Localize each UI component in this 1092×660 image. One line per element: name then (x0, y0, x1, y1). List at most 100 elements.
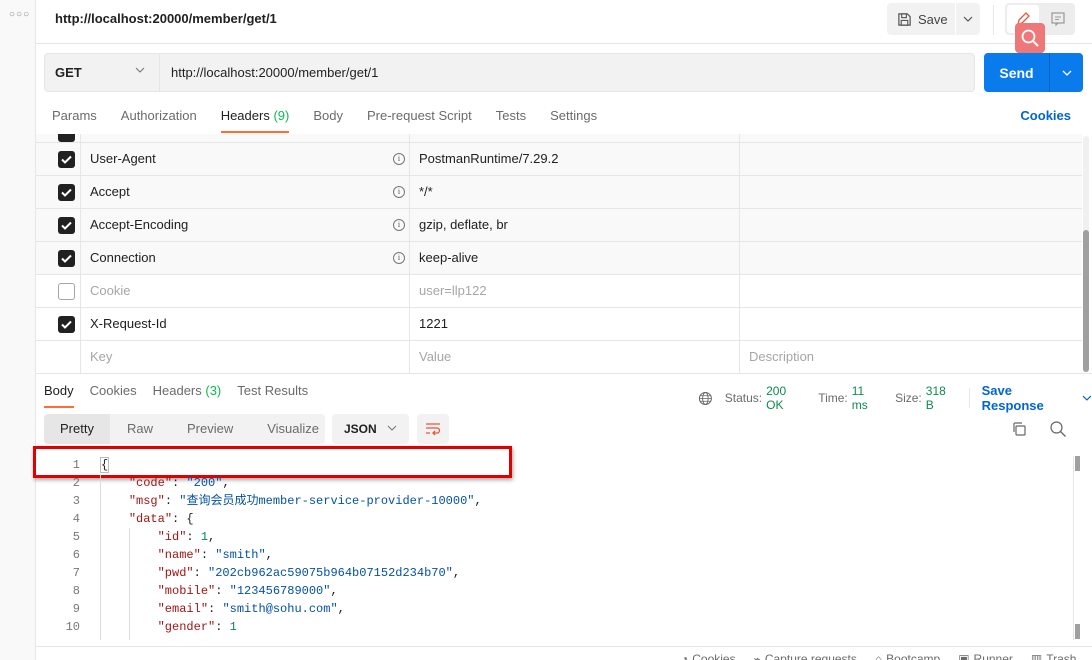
tab-pre-request-script[interactable]: Pre-request Script (367, 106, 472, 132)
statusbar-runner[interactable]: ▣ Runner (958, 652, 1013, 660)
header-value[interactable]: gzip, deflate, br (410, 209, 740, 241)
statusbar-capture-requests[interactable]: ⌁ Capture requests (754, 652, 857, 660)
pane-divider[interactable] (36, 373, 1092, 374)
key-placeholder[interactable]: Key (81, 341, 410, 373)
header-description[interactable] (740, 242, 1082, 274)
checkbox-checked[interactable] (58, 316, 75, 333)
search-icon (1021, 29, 1039, 47)
format-dropdown[interactable]: JSON (332, 414, 409, 444)
line-number: 4 (72, 512, 80, 526)
header-value[interactable]: PostmanRuntime/7.29.2 (410, 143, 740, 175)
mobile-value: 123456789000 (236, 584, 324, 598)
tab-label: Params (52, 108, 97, 123)
save-button[interactable]: Save (887, 3, 955, 35)
statusbar-cookies[interactable]: ◔ Cookies (681, 652, 736, 660)
statusbar-bootcamp[interactable]: ⌂ Bootcamp (875, 652, 940, 660)
tab-tests[interactable]: Tests (496, 106, 526, 132)
comments-button[interactable] (1043, 5, 1073, 33)
checkbox-checked[interactable] (58, 151, 75, 168)
tab-test-results[interactable]: Test Results (237, 381, 308, 407)
info-icon[interactable]: i (393, 153, 405, 165)
description-placeholder[interactable]: Description (740, 341, 1082, 373)
checkbox-unchecked[interactable] (58, 283, 75, 300)
header-description[interactable] (740, 176, 1082, 208)
table-row-highlighted: X-Request-Id 1221 (36, 308, 1082, 341)
tab-headers[interactable]: Headers (9) (220, 106, 289, 133)
header-description[interactable] (740, 143, 1082, 175)
save-response-button[interactable]: Save Response (982, 383, 1092, 413)
tab-label: Headers (220, 108, 270, 123)
info-icon[interactable]: i (393, 252, 405, 264)
checkbox-checked[interactable] (58, 217, 75, 234)
chevron-down-icon (1062, 70, 1071, 76)
checkbox-checked[interactable] (58, 184, 75, 201)
send-button[interactable]: Send (984, 53, 1050, 92)
time-value[interactable]: 11 ms (852, 384, 883, 412)
check-icon (61, 188, 72, 197)
url-input[interactable] (171, 54, 961, 91)
scrollbar-thumb[interactable] (1075, 456, 1080, 471)
view-visualize[interactable]: Visualize (250, 414, 336, 444)
status-label: Status: (724, 391, 763, 405)
table-row: Accept i */* (36, 176, 1082, 209)
view-preview[interactable]: Preview (170, 414, 250, 444)
response-body-editor[interactable]: 1{ 2 "code": "200", 3 "msg": "查询会员成功memb… (36, 456, 1076, 640)
tab-label: Body (44, 383, 74, 398)
header-value[interactable]: 1221 (410, 308, 740, 340)
value-placeholder[interactable]: Value (410, 341, 740, 373)
tab-params[interactable]: Params (52, 106, 97, 132)
send-dropdown-button[interactable] (1050, 53, 1083, 92)
status-value[interactable]: 200 OK (766, 384, 806, 412)
info-icon[interactable]: i (393, 186, 405, 198)
search-icon[interactable] (1049, 420, 1067, 438)
header-key[interactable]: User-Agent (90, 151, 156, 166)
cookies-link[interactable]: Cookies (1020, 108, 1071, 123)
tab-authorization[interactable]: Authorization (121, 106, 197, 132)
header-value[interactable]: */* (410, 176, 740, 208)
header-description[interactable] (740, 209, 1082, 241)
tab-response-body[interactable]: Body (44, 381, 74, 408)
body-scrollbar[interactable] (1073, 456, 1080, 640)
tab-response-cookies[interactable]: Cookies (90, 381, 137, 407)
header-key[interactable]: X-Request-Id (90, 316, 167, 331)
view-raw[interactable]: Raw (110, 414, 170, 444)
header-key[interactable]: Cookie (90, 283, 130, 298)
tab-settings[interactable]: Settings (550, 106, 597, 132)
tab-body[interactable]: Body (313, 106, 343, 132)
header-description[interactable] (740, 275, 1082, 307)
headers-scrollbar[interactable] (1083, 136, 1089, 372)
header-key[interactable]: Accept-Encoding (90, 217, 188, 232)
statusbar-trash[interactable]: ▥ Trash (1031, 652, 1077, 660)
wrap-lines-button[interactable] (417, 414, 449, 444)
check-icon (61, 155, 72, 164)
left-rail: ○○○ (0, 0, 36, 660)
header-key[interactable]: Accept (90, 184, 130, 199)
statusbar-label: Trash (1046, 652, 1077, 660)
request-title[interactable]: http://localhost:20000/member/get/1 (55, 11, 277, 26)
header-value[interactable]: keep-alive (410, 242, 740, 274)
header-value[interactable]: user=llp122 (410, 275, 740, 307)
globe-icon[interactable] (698, 391, 713, 406)
info-icon[interactable]: i (393, 219, 405, 231)
line-number: 2 (72, 476, 80, 490)
floating-search-button[interactable] (1015, 23, 1045, 53)
code-line: 4 "data": { (36, 510, 1076, 528)
tab-response-headers[interactable]: Headers (3) (153, 381, 222, 407)
save-dropdown-button[interactable] (956, 3, 980, 35)
table-row-partial (36, 134, 1082, 143)
header-key[interactable]: Connection (90, 250, 156, 265)
table-row: Accept-Encoding i gzip, deflate, br (36, 209, 1082, 242)
scrollbar-thumb[interactable] (1083, 230, 1089, 372)
statusbar-label: Bootcamp (886, 652, 941, 660)
checkbox[interactable] (58, 134, 75, 142)
method-selector[interactable]: GET (45, 54, 160, 91)
copy-icon[interactable] (1011, 421, 1027, 437)
size-value[interactable]: 318 B (926, 384, 957, 412)
more-icon[interactable]: ○○○ (9, 9, 30, 20)
scrollbar-thumb[interactable] (1075, 624, 1080, 639)
view-pretty[interactable]: Pretty (44, 414, 110, 444)
code-line: 1{ (36, 456, 1076, 474)
checkbox-checked[interactable] (58, 250, 75, 267)
code-value: 200 (193, 476, 216, 490)
header-description[interactable] (740, 308, 1082, 340)
